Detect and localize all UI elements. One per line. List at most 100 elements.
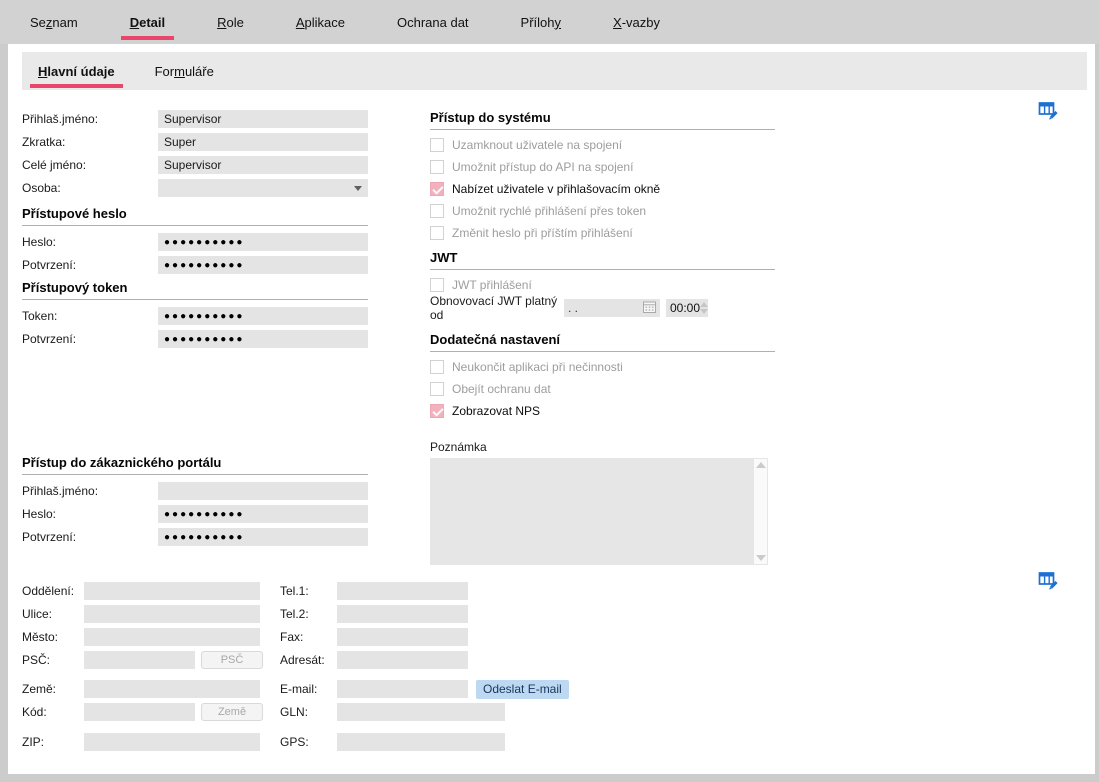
tel2-label: Tel.2: bbox=[280, 607, 337, 621]
main-tab-bar: Seznam Detail Role Aplikace Ochrana dat … bbox=[0, 0, 1099, 44]
fax-input[interactable] bbox=[337, 628, 468, 646]
note-textarea[interactable] bbox=[430, 458, 768, 565]
subtab-hlavni-udaje[interactable]: Hlavní údaje bbox=[38, 52, 115, 90]
identity-section: Přihlaš.jméno:Supervisor Zkratka:Super C… bbox=[22, 110, 368, 202]
checkbox-icon[interactable] bbox=[430, 204, 444, 218]
person-dropdown[interactable] bbox=[158, 179, 368, 197]
fullname-input[interactable]: Supervisor bbox=[158, 156, 368, 174]
detail-panel: Hlavní údaje Formuláře Přihlaš.jméno:Sup… bbox=[8, 44, 1095, 774]
token-section: Přístupový token Token:●●●●●●●●●● Potvrz… bbox=[22, 280, 368, 353]
tab-role[interactable]: Role bbox=[217, 0, 244, 44]
gps-input[interactable] bbox=[337, 733, 505, 751]
abbr-label: Zkratka: bbox=[22, 135, 158, 149]
tab-detail[interactable]: Detail bbox=[130, 0, 165, 44]
edit-table-icon[interactable] bbox=[1038, 101, 1060, 121]
tab-seznam[interactable]: Seznam bbox=[30, 0, 78, 44]
checkbox-obejit-ochranu[interactable]: Obejít ochranu dat bbox=[430, 381, 775, 396]
country-label: Země: bbox=[22, 682, 84, 696]
checkbox-checked-icon[interactable] bbox=[430, 404, 444, 418]
gln-input[interactable] bbox=[337, 703, 505, 721]
department-label: Oddělení: bbox=[22, 584, 84, 598]
time-spinner[interactable] bbox=[700, 302, 710, 314]
abbr-input[interactable]: Super bbox=[158, 133, 368, 151]
subtab-formulare[interactable]: Formuláře bbox=[155, 52, 214, 90]
zip-label: ZIP: bbox=[22, 735, 84, 749]
scroll-up-icon[interactable] bbox=[756, 462, 766, 468]
portal-login-input[interactable] bbox=[158, 482, 368, 500]
psc-button[interactable]: PSČ bbox=[201, 651, 263, 669]
scroll-down-icon[interactable] bbox=[756, 555, 766, 561]
note-section: Poznámka bbox=[430, 440, 775, 565]
checkbox-icon[interactable] bbox=[430, 226, 444, 240]
extra-settings-section: Dodatečná nastavení Neukončit aplikaci p… bbox=[430, 332, 775, 425]
checkbox-neukoncit-aplikaci[interactable]: Neukončit aplikaci při nečinnosti bbox=[430, 359, 775, 374]
tel1-input[interactable] bbox=[337, 582, 468, 600]
portal-password-input[interactable]: ●●●●●●●●●● bbox=[158, 505, 368, 523]
checkbox-uzamknout-uzivatele[interactable]: Uzamknout uživatele na spojení bbox=[430, 137, 775, 152]
tel2-input[interactable] bbox=[337, 605, 468, 623]
zip-input[interactable] bbox=[84, 733, 260, 751]
portal-confirm-input[interactable]: ●●●●●●●●●● bbox=[158, 528, 368, 546]
token-confirm-label: Potvrzení: bbox=[22, 332, 158, 346]
system-access-section: Přístup do systému Uzamknout uživatele n… bbox=[430, 110, 775, 247]
password-input[interactable]: ●●●●●●●●●● bbox=[158, 233, 368, 251]
contact-column: Tel.1: Tel.2: Fax: Adresát: E-mail:Odesl… bbox=[280, 582, 610, 756]
calendar-icon[interactable] bbox=[643, 301, 656, 316]
city-label: Město: bbox=[22, 630, 84, 644]
token-confirm-input[interactable]: ●●●●●●●●●● bbox=[158, 330, 368, 348]
portal-confirm-label: Potvrzení: bbox=[22, 530, 158, 544]
fax-label: Fax: bbox=[280, 630, 337, 644]
checkbox-icon[interactable] bbox=[430, 138, 444, 152]
tab-prilohy[interactable]: Přílohy bbox=[521, 0, 561, 44]
jwt-date-input[interactable]: . . bbox=[564, 299, 660, 317]
addressee-input[interactable] bbox=[337, 651, 468, 669]
checkbox-icon[interactable] bbox=[430, 160, 444, 174]
note-label: Poznámka bbox=[430, 440, 775, 454]
gln-label: GLN: bbox=[280, 705, 337, 719]
token-input[interactable]: ●●●●●●●●●● bbox=[158, 307, 368, 325]
department-input[interactable] bbox=[84, 582, 260, 600]
checkbox-pristup-api[interactable]: Umožnit přístup do API na spojení bbox=[430, 159, 775, 174]
jwt-section: JWT JWT přihlášení Obnovovací JWT platný… bbox=[430, 250, 775, 322]
checkbox-icon[interactable] bbox=[430, 382, 444, 396]
email-input[interactable] bbox=[337, 680, 468, 698]
psc-input[interactable] bbox=[84, 651, 195, 669]
city-input[interactable] bbox=[84, 628, 260, 646]
email-label: E-mail: bbox=[280, 682, 337, 696]
tab-aplikace[interactable]: Aplikace bbox=[296, 0, 345, 44]
person-label: Osoba: bbox=[22, 181, 158, 195]
checkbox-checked-icon[interactable] bbox=[430, 182, 444, 196]
country-input[interactable] bbox=[84, 680, 260, 698]
section-title: Přístup do zákaznického portálu bbox=[22, 455, 368, 475]
country-button[interactable]: Země bbox=[201, 703, 263, 721]
checkbox-icon[interactable] bbox=[430, 278, 444, 292]
tab-ochrana-dat[interactable]: Ochrana dat bbox=[397, 0, 469, 44]
checkbox-zmenit-heslo[interactable]: Změnit heslo při příštím přihlášení bbox=[430, 225, 775, 240]
edit-table-icon[interactable] bbox=[1038, 571, 1060, 591]
checkbox-zobrazovat-nps[interactable]: Zobrazovat NPS bbox=[430, 403, 775, 418]
tab-x-vazby[interactable]: X-vazby bbox=[613, 0, 660, 44]
portal-section: Přístup do zákaznického portálu Přihlaš.… bbox=[22, 455, 368, 551]
chevron-down-icon[interactable] bbox=[354, 186, 362, 191]
password-label: Heslo: bbox=[22, 235, 158, 249]
send-email-button[interactable]: Odeslat E-mail bbox=[476, 680, 569, 699]
fullname-label: Celé jméno: bbox=[22, 158, 158, 172]
checkbox-jwt-prihlaseni[interactable]: JWT přihlášení bbox=[430, 277, 775, 292]
street-input[interactable] bbox=[84, 605, 260, 623]
checkbox-nabizet-uzivatele[interactable]: Nabízet uživatele v přihlašovacím okně bbox=[430, 181, 775, 196]
code-input[interactable] bbox=[84, 703, 195, 721]
address-column: Oddělení: Ulice: Město: PSČ:PSČ Země: Kó… bbox=[22, 582, 274, 756]
portal-login-label: Přihlaš.jméno: bbox=[22, 484, 158, 498]
spinner-up-icon[interactable] bbox=[700, 302, 708, 307]
psc-label: PSČ: bbox=[22, 653, 84, 667]
password-confirm-label: Potvrzení: bbox=[22, 258, 158, 272]
section-title: Přístupový token bbox=[22, 280, 368, 300]
spinner-down-icon[interactable] bbox=[700, 309, 708, 314]
login-input[interactable]: Supervisor bbox=[158, 110, 368, 128]
jwt-time-input[interactable]: 00:00 bbox=[666, 299, 708, 317]
jwt-valid-from-label: Obnovovací JWT platný od bbox=[430, 294, 564, 322]
scrollbar[interactable] bbox=[754, 459, 767, 564]
checkbox-rychle-prihlaseni[interactable]: Umožnit rychlé přihlášení přes token bbox=[430, 203, 775, 218]
checkbox-icon[interactable] bbox=[430, 360, 444, 374]
password-confirm-input[interactable]: ●●●●●●●●●● bbox=[158, 256, 368, 274]
